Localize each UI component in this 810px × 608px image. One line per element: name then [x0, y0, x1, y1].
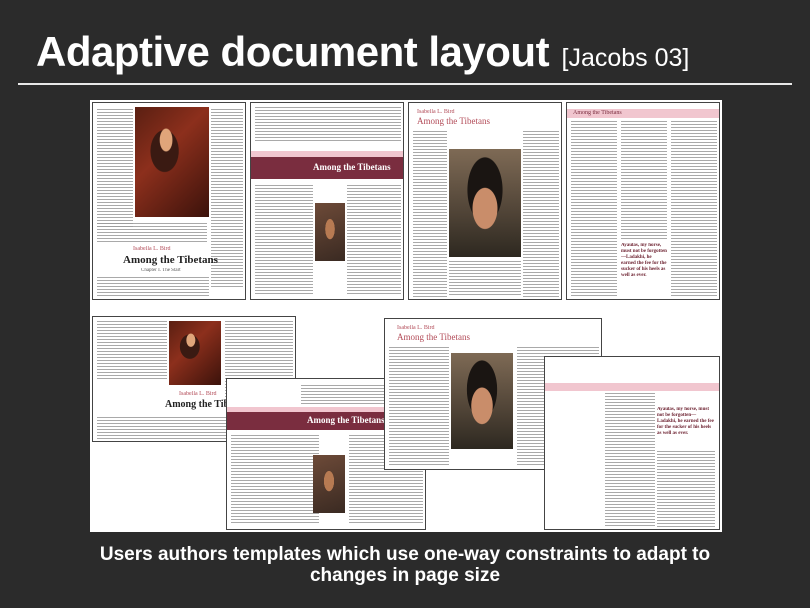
page-text-top: [255, 107, 401, 143]
layout-samples-panel: Isabella L. Bird Among the Tibetans Chap…: [90, 100, 722, 532]
byline: Isabella L. Bird: [133, 246, 171, 252]
page-text-col1: [571, 121, 617, 297]
band-headline: Among the Tibetans: [307, 415, 385, 425]
pull-quote: Ayaulas, my horse, must not be forgotten…: [657, 407, 714, 436]
sample-page-4: Among the Tibetans Ayaulas, my horse, mu…: [566, 102, 720, 300]
page-text-col1: [255, 185, 313, 295]
page-text-left: [97, 321, 167, 381]
page-text-col3: [671, 121, 717, 297]
chapter-label: Chapter I. The Start: [141, 268, 181, 273]
man-photo: [313, 455, 345, 513]
page-text-col1: [605, 393, 655, 527]
caption-line-2: changes in page size: [309, 565, 501, 586]
monk-photo: [169, 321, 221, 385]
sample-page-8: Ayaulas, my horse, must not be forgotten…: [544, 356, 720, 530]
monk-photo: [135, 107, 209, 217]
running-head: Among the Tibetans: [573, 110, 622, 116]
page-text-col2: [621, 121, 667, 241]
page-text-col1: [231, 435, 319, 525]
band-headline: Among the Tibetans: [313, 162, 391, 172]
page-text-col3: [657, 451, 715, 527]
page-text-col2: [347, 185, 401, 295]
title-rule: [18, 83, 792, 85]
running-head-band: [545, 383, 719, 391]
sample-page-1: Isabella L. Bird Among the Tibetans Chap…: [92, 102, 246, 300]
slide-caption: Users authors templates which use one-wa…: [0, 544, 810, 586]
byline: Isabella L. Bird: [179, 391, 217, 397]
sample-page-3: Isabella L. Bird Among the Tibetans: [408, 102, 562, 300]
page-text-col1: [413, 131, 447, 297]
page-text-col3: [523, 131, 559, 297]
title-citation: [Jacobs 03]: [561, 44, 690, 72]
headline: Among the Tibetans: [397, 332, 471, 342]
title-band: Among the Tibetans: [251, 157, 403, 179]
page-text-bottom: [97, 277, 209, 297]
slide-title: Adaptive document layout [Jacobs 03]: [36, 28, 689, 76]
byline: Isabella L. Bird: [397, 325, 435, 331]
girl-photo: [451, 353, 513, 449]
headline: Among the Tibetans: [417, 116, 491, 126]
man-photo: [315, 203, 345, 261]
band-strip: [251, 151, 403, 157]
girl-photo: [449, 149, 521, 257]
headline: Among the Tibetans: [123, 254, 218, 266]
page-text-under: [449, 261, 521, 297]
caption-line-1: Users authors templates which use one-wa…: [99, 544, 711, 565]
byline: Isabella L. Bird: [417, 109, 455, 115]
pull-quote: Ayaulas, my horse, must not be forgotten…: [621, 243, 667, 278]
page-text-left: [97, 109, 133, 229]
sample-page-2: Among the Tibetans: [250, 102, 404, 300]
page-text-col1: [389, 347, 449, 465]
title-main: Adaptive document layout: [36, 28, 550, 75]
page-text-mid: [97, 223, 207, 243]
